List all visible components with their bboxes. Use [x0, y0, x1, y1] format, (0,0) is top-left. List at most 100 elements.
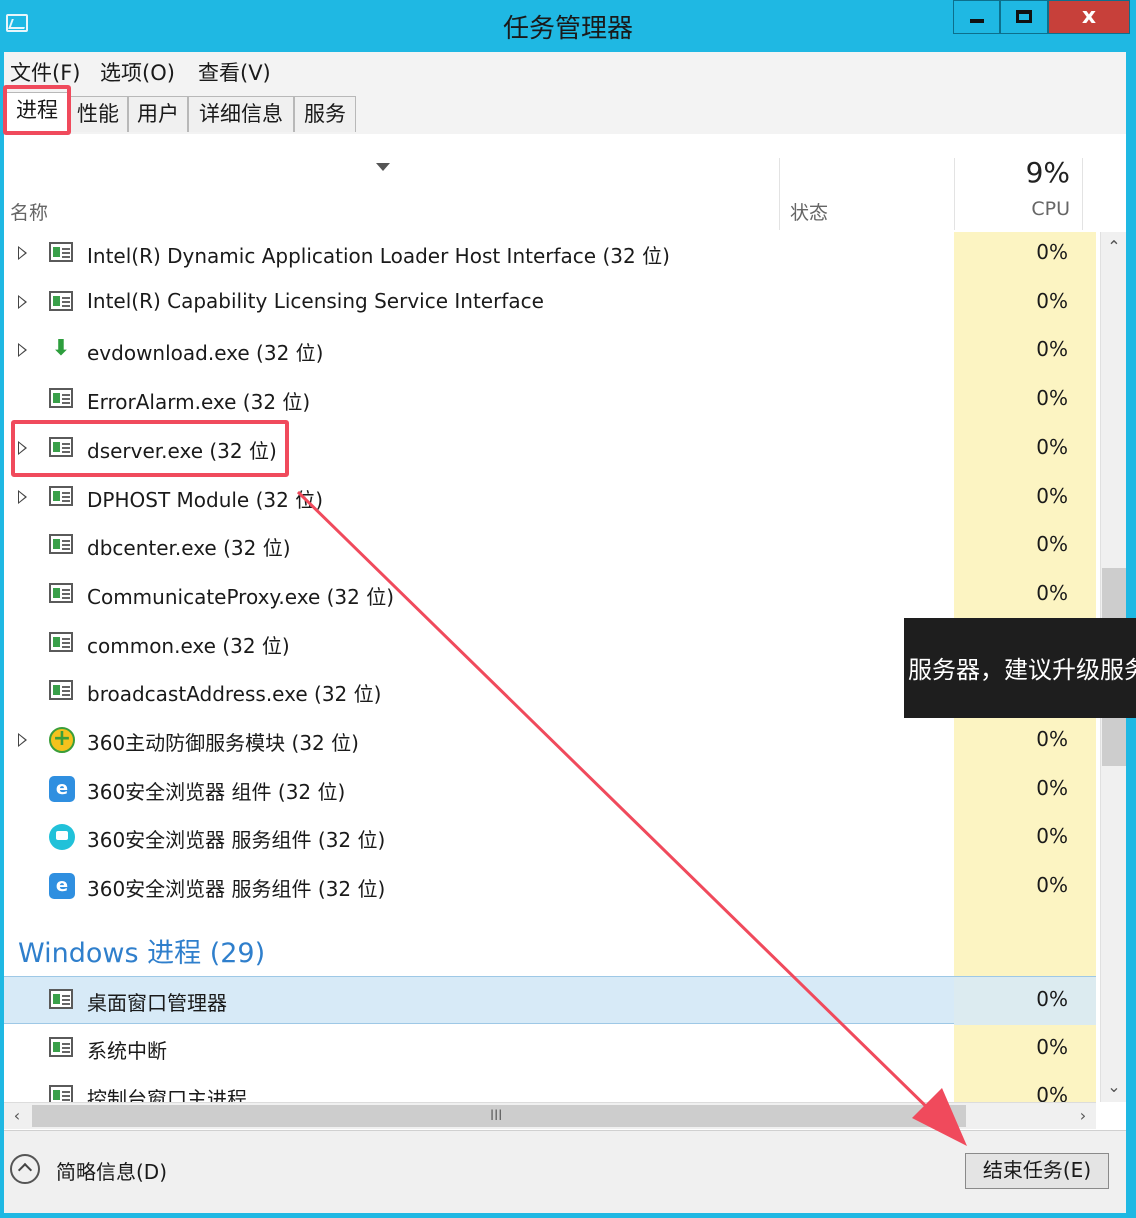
process-row[interactable]: e 360安全浏览器 组件 (32 位) 0% [4, 766, 1096, 814]
360-chat-icon [49, 824, 75, 851]
process-row[interactable]: dbcenter.exe (32 位) 0% [4, 522, 1096, 570]
process-row[interactable]: CommunicateProxy.exe (32 位) 0% [4, 571, 1096, 619]
cpu-cell: 0% [954, 766, 1096, 814]
cpu-cell: 0% [954, 327, 1096, 375]
column-divider[interactable] [779, 158, 780, 230]
process-name: evdownload.exe (32 位) [87, 341, 324, 366]
column-header-cpu-total[interactable]: 9% [1026, 156, 1070, 189]
tab-processes[interactable]: 进程 [6, 92, 68, 132]
process-name: Intel(R) Dynamic Application Loader Host… [87, 244, 670, 268]
cpu-value: 0% [1036, 434, 1068, 459]
column-divider[interactable] [1082, 158, 1083, 230]
menu-options[interactable]: 选项(O) [100, 57, 175, 87]
cpu-cell: 0% [954, 977, 1096, 1025]
menu-file[interactable]: 文件(F) [10, 57, 80, 87]
cpu-value: 0% [1036, 873, 1068, 898]
cpu-cell: 0% [954, 425, 1096, 473]
process-row[interactable]: 360安全浏览器 服务组件 (32 位) 0% [4, 814, 1096, 862]
cpu-value: 0% [1036, 532, 1068, 557]
overlay-caption: 服务器，建议升级服务 [904, 618, 1136, 718]
scroll-left-arrow-icon[interactable]: ‹ [4, 1103, 30, 1129]
process-row[interactable]: ⬇ evdownload.exe (32 位) 0% [4, 327, 1096, 375]
column-divider[interactable] [954, 158, 955, 230]
cpu-cell: 0% [954, 1024, 1096, 1073]
download-icon: ⬇ [51, 336, 71, 362]
process-row[interactable]: ErrorAlarm.exe (32 位) 0% [4, 376, 1096, 424]
app-window-icon [49, 242, 73, 262]
process-name: CommunicateProxy.exe (32 位) [87, 584, 395, 609]
app-window-icon [49, 436, 73, 457]
app-window-icon [49, 989, 73, 1009]
horizontal-scroll-thumb[interactable]: III [32, 1105, 966, 1127]
360-browser-icon: e [49, 775, 75, 802]
windows-process-row[interactable]: 系统中断 0% [4, 1024, 1096, 1073]
menu-bar: 文件(F) 选项(O) 查看(V) [4, 52, 1126, 88]
cpu-cell: 0% [954, 522, 1096, 570]
cpu-value: 0% [1036, 337, 1068, 362]
process-row[interactable]: DPHOST Module (32 位) 0% [4, 474, 1096, 522]
expand-arrow-icon[interactable] [18, 294, 27, 309]
close-icon: x [1081, 4, 1097, 29]
process-name: 360安全浏览器 服务组件 (32 位) [87, 877, 386, 902]
column-header-cpu[interactable]: CPU [1031, 198, 1070, 220]
expand-arrow-icon[interactable] [18, 246, 27, 260]
process-row[interactable]: dserver.exe (32 位) 0% [4, 425, 1096, 473]
cpu-value: 0% [1036, 824, 1068, 849]
windows-process-row[interactable]: 桌面窗口管理器 0% [4, 976, 1096, 1025]
expand-arrow-icon[interactable] [18, 489, 27, 504]
expand-arrow-icon[interactable] [18, 440, 27, 455]
tab-users[interactable]: 用户 [128, 96, 188, 132]
cpu-value: 0% [1036, 386, 1068, 411]
process-row[interactable]: e 360安全浏览器 服务组件 (32 位) 0% [4, 863, 1096, 911]
process-name: dbcenter.exe (32 位) [87, 536, 291, 561]
column-header-status[interactable]: 状态 [790, 198, 828, 225]
chevron-up-circle-icon [10, 1154, 40, 1184]
app-window-icon [49, 631, 73, 652]
title-bar[interactable]: 任务管理器 x [0, 0, 1136, 50]
maximize-button[interactable] [1000, 0, 1048, 34]
cpu-cell: 0% [954, 279, 1096, 327]
process-name: common.exe (32 位) [87, 633, 290, 658]
tab-details[interactable]: 详细信息 [188, 96, 294, 132]
close-button[interactable]: x [1048, 0, 1130, 34]
cpu-cell: 0% [954, 474, 1096, 522]
expand-arrow-icon[interactable] [18, 343, 27, 358]
process-row[interactable]: Intel(R) Capability Licensing Service In… [4, 279, 1096, 327]
end-task-button[interactable]: 结束任务(E) [965, 1153, 1109, 1189]
process-name: Intel(R) Capability Licensing Service In… [87, 288, 544, 313]
scroll-right-arrow-icon[interactable]: › [1070, 1103, 1096, 1129]
menu-view[interactable]: 查看(V) [198, 57, 271, 87]
sort-arrow-icon[interactable] [376, 163, 390, 171]
minimize-button[interactable] [953, 0, 1000, 34]
tab-performance[interactable]: 性能 [68, 96, 128, 132]
cpu-cell: 0% [954, 376, 1096, 424]
app-window-icon [49, 388, 73, 409]
app-window-icon [49, 534, 73, 555]
minimize-icon [970, 19, 984, 23]
process-name: ErrorAlarm.exe (32 位) [87, 390, 311, 415]
360-shield-icon: + [49, 727, 75, 753]
tab-services[interactable]: 服务 [294, 96, 356, 132]
maximize-icon [1016, 10, 1032, 23]
cpu-cell: 0% [954, 230, 1096, 278]
process-name: 系统中断 [87, 1038, 167, 1063]
expand-arrow-icon[interactable] [18, 733, 27, 747]
cpu-value: 0% [1036, 483, 1068, 508]
cpu-value: 0% [1036, 240, 1068, 264]
column-header-name[interactable]: 名称 [10, 198, 48, 225]
process-name: broadcastAddress.exe (32 位) [87, 682, 382, 707]
cpu-cell: 0% [954, 814, 1096, 862]
app-window-icon [49, 680, 73, 701]
process-row[interactable]: Intel(R) Dynamic Application Loader Host… [4, 230, 1096, 278]
scroll-grip-icon: III [490, 1108, 503, 1124]
horizontal-scrollbar[interactable]: ‹ III › [4, 1102, 1096, 1129]
group-header-windows-processes[interactable]: Windows 进程 (29) [18, 931, 265, 970]
process-row[interactable]: +360主动防御服务模块 (32 位) 0% [4, 717, 1096, 765]
overlay-caption-text: 服务器，建议升级服务 [908, 656, 1136, 684]
scroll-up-arrow-icon[interactable]: ⌃ [1101, 232, 1126, 262]
cpu-cell: 0% [954, 863, 1096, 911]
scroll-down-arrow-icon[interactable]: ⌄ [1101, 1072, 1126, 1102]
window-frame: 任务管理器 x 文件(F) 选项(O) 查看(V) 进程 性能 用户 详细信息 … [0, 0, 1136, 1218]
360-browser-icon: e [49, 873, 75, 900]
process-name: 桌面窗口管理器 [87, 991, 227, 1015]
